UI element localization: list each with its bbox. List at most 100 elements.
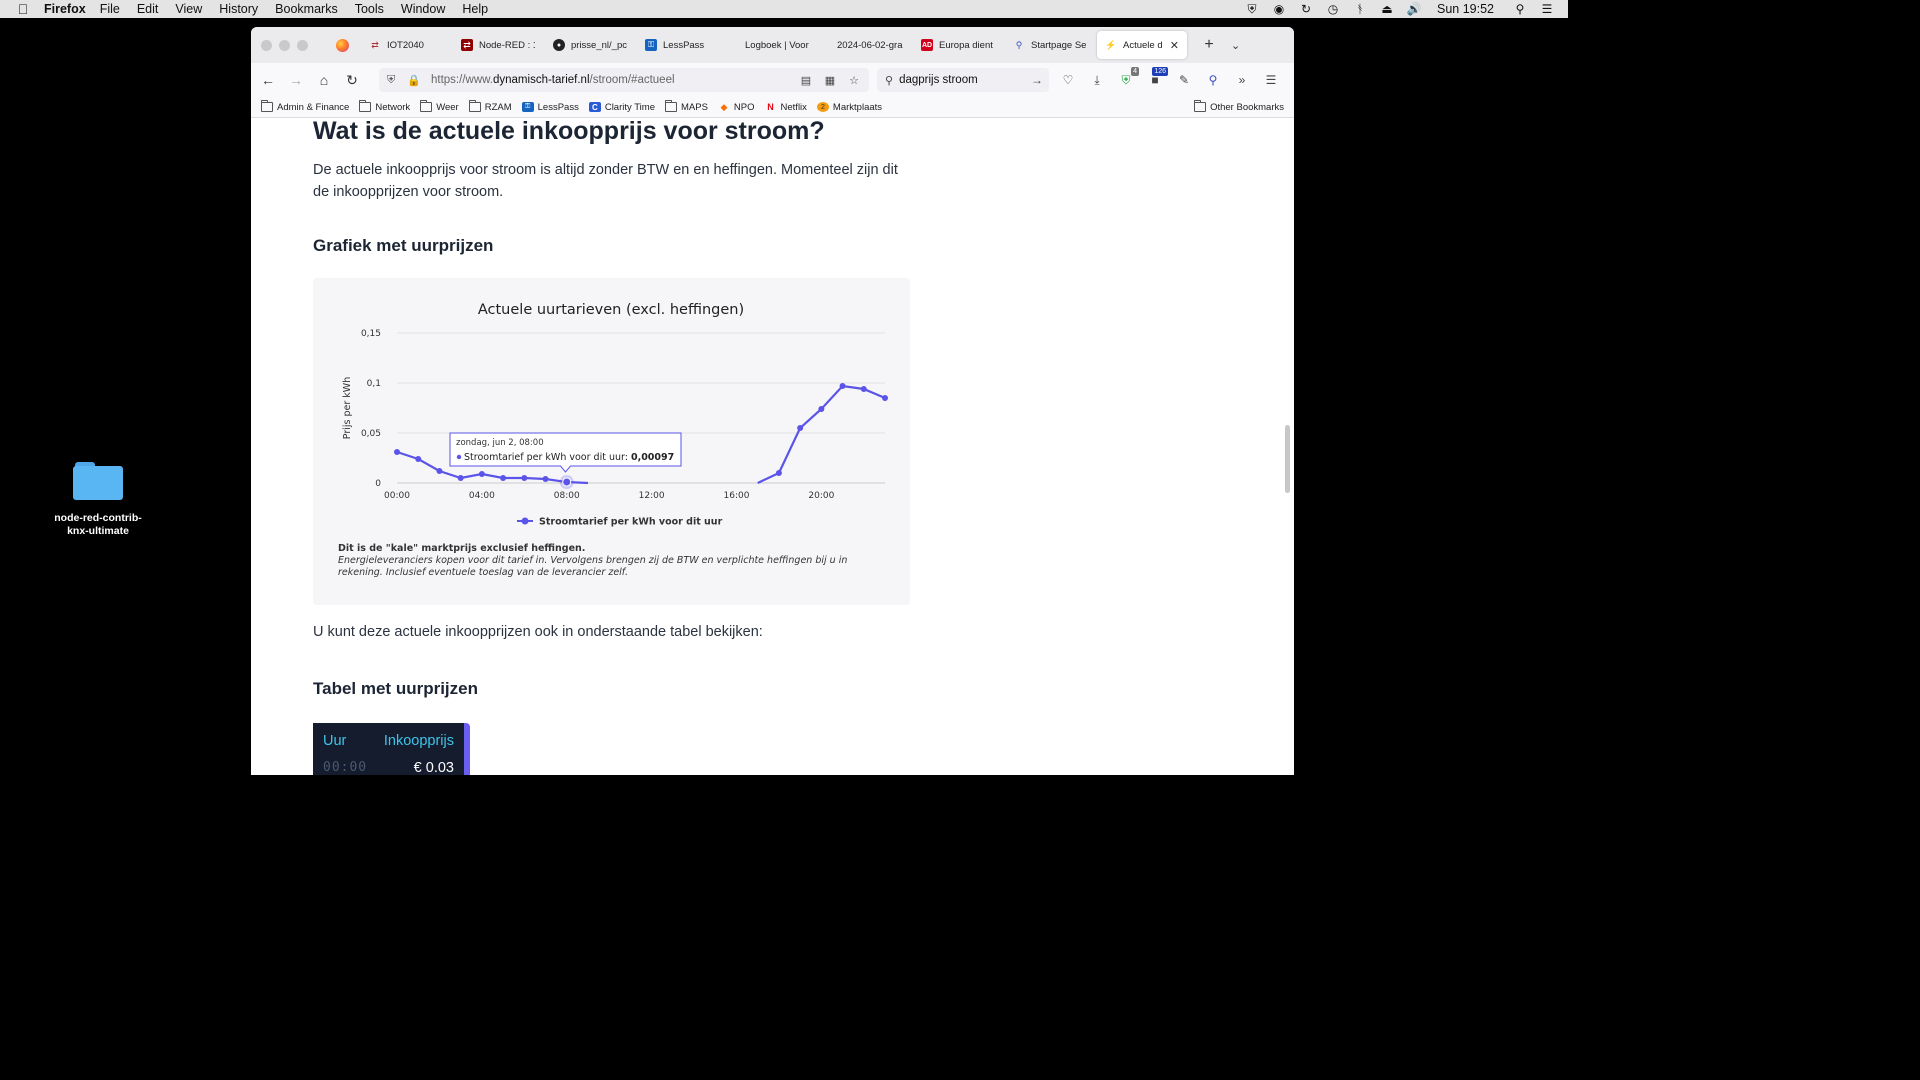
menu-clock[interactable]: Sun 19:52: [1437, 2, 1494, 16]
control-center-icon[interactable]: ☰: [1540, 2, 1554, 16]
table-cell-prijs: € 0.03: [413, 760, 454, 775]
zoom-window-button[interactable]: [297, 39, 308, 51]
close-window-button[interactable]: [261, 39, 272, 51]
bookmark-npo[interactable]: ◆ NPO: [718, 102, 754, 113]
reload-button[interactable]: ↻: [341, 69, 363, 91]
netflix-icon: N: [767, 102, 774, 112]
tab-lesspass[interactable]: ⚿ LessPass: [637, 31, 727, 59]
chart-legend-label: Stroomtarief per kWh voor dit uur: [539, 517, 723, 528]
chart-y-axis-label: Prijs per kWh: [342, 377, 353, 439]
menu-file[interactable]: File: [100, 2, 120, 16]
menu-edit[interactable]: Edit: [137, 2, 159, 16]
bookmark-weer[interactable]: Weer: [420, 100, 459, 113]
table-intro-paragraph: U kunt deze actuele inkoopprijzen ook in…: [313, 624, 763, 640]
chart-data-point: [394, 449, 400, 455]
menu-view[interactable]: View: [175, 2, 202, 16]
bookmark-star-icon[interactable]: ☆: [847, 74, 861, 87]
tab-ad[interactable]: AD Europa dient: [913, 31, 1003, 59]
firefox-view-button[interactable]: [329, 38, 355, 52]
extension-counter-icon[interactable]: ■ 126: [1144, 67, 1168, 91]
translate-icon[interactable]: ▦: [823, 74, 837, 87]
bookmark-netflix[interactable]: N Netflix: [765, 102, 807, 113]
desktop-folder[interactable]: node-red-contrib-knx-ultimate: [48, 458, 148, 538]
bookmark-network[interactable]: Network: [359, 100, 410, 113]
extension-shield-icon[interactable]: ⛨ 4: [1115, 67, 1139, 91]
menu-app-name[interactable]: Firefox: [44, 2, 86, 16]
tab-logboek[interactable]: Logboek | Voor v: [729, 31, 819, 59]
menu-bookmarks[interactable]: Bookmarks: [275, 2, 338, 16]
url-bar[interactable]: ⛨ 🔒 https://www.dynamisch-tarief.nl/stro…: [379, 68, 869, 92]
search-go-icon[interactable]: →: [1031, 73, 1043, 87]
vpn-shield-icon[interactable]: ⛨: [1245, 2, 1259, 16]
ad-icon: AD: [921, 39, 933, 51]
menu-help[interactable]: Help: [462, 2, 488, 16]
forward-button[interactable]: →: [285, 69, 307, 91]
tab-node-red[interactable]: ⇄ Node-RED : 1: [453, 31, 543, 59]
price-chart[interactable]: Actuele uurtarieven (excl. heffingen) Pr…: [313, 278, 910, 538]
clarity-icon: C: [588, 102, 601, 112]
lock-status-icon[interactable]: ◉: [1272, 2, 1286, 16]
menu-tools[interactable]: Tools: [355, 2, 384, 16]
tab-actuele-active[interactable]: ⚡ Actuele dy ✕: [1097, 31, 1187, 59]
bookmark-rzam[interactable]: RZAM: [468, 100, 512, 113]
tab-github[interactable]: ● prisse_nl/_pc: [545, 31, 635, 59]
tab-iot2040[interactable]: ⇄ IOT2040: [361, 31, 451, 59]
menu-window[interactable]: Window: [401, 2, 445, 16]
hamburger-menu-icon[interactable]: ☰: [1260, 69, 1282, 91]
downloads-icon[interactable]: ⤓: [1086, 69, 1108, 91]
minimize-window-button[interactable]: [279, 39, 290, 51]
bookmark-admin-finance[interactable]: Admin & Finance: [261, 100, 349, 113]
node-red-icon: ⇄: [371, 39, 379, 50]
volume-icon[interactable]: 🔊: [1407, 2, 1422, 16]
search-input[interactable]: dagprijs stroom: [899, 74, 978, 86]
chart-data-point: [478, 471, 485, 477]
macos-menu-bar:  Firefox File Edit View History Bookmar…: [0, 0, 1568, 18]
new-tab-button[interactable]: +: [1199, 36, 1219, 54]
time-machine-icon[interactable]: ◷: [1326, 2, 1340, 16]
overflow-menu-icon[interactable]: »: [1231, 69, 1253, 91]
url-text[interactable]: https://www.dynamisch-tarief.nl/stroom/#…: [431, 74, 675, 86]
close-tab-icon[interactable]: ✕: [1170, 39, 1179, 52]
reader-view-icon[interactable]: ▤: [799, 74, 813, 87]
chart-x-tick-label: 04:00: [469, 491, 495, 501]
pocket-icon[interactable]: ♡: [1057, 69, 1079, 91]
tab-startpage[interactable]: ⚲ Startpage Se: [1005, 31, 1095, 59]
chart-x-tick-label: 00:00: [384, 491, 410, 501]
bookmark-maps[interactable]: MAPS: [664, 100, 708, 113]
back-button[interactable]: ←: [257, 69, 279, 91]
chart-y-tick-label: 0,05: [361, 429, 381, 439]
toolbar-right: ♡ ⤓ ⛨ 4 ■ 126 ✎ ⚲ » ☰: [1057, 67, 1289, 91]
page-content: Wat is de actuele inkoopprijs voor stroo…: [251, 119, 1294, 775]
chart-title: Actuele uurtarieven (excl. heffingen): [478, 302, 744, 318]
search-bar[interactable]: ⚲ dagprijs stroom →: [877, 68, 1049, 92]
tracking-protection-icon[interactable]: ⛨: [387, 74, 401, 87]
window-controls: [261, 39, 315, 51]
lock-icon[interactable]: 🔒: [407, 74, 421, 87]
bookmarks-toolbar: Admin & Finance Network Weer RZAM ⚿ LessP…: [251, 97, 1294, 118]
extensions-puzzle-icon[interactable]: ✎: [1173, 69, 1195, 91]
apple-icon[interactable]: : [16, 1, 30, 17]
folder-icon: [73, 458, 123, 500]
eject-icon[interactable]: ⏏: [1380, 2, 1394, 16]
chart-data-point: [882, 395, 888, 401]
chart-data-point: [542, 476, 549, 482]
chart-tooltip-label: Stroomtarief per kWh voor dit uur: 0,000…: [464, 452, 674, 463]
sync-icon[interactable]: ↻: [1299, 2, 1313, 16]
startpage-icon: ⚲: [1015, 39, 1023, 50]
chart-hover-point: [562, 477, 572, 487]
chart-tooltip-value: 0,00097: [631, 452, 674, 463]
table-cell-uur: 00:00: [323, 760, 368, 775]
bluetooth-icon[interactable]: ᚬ: [1353, 2, 1367, 16]
spotlight-search-icon[interactable]: ⚲: [1513, 2, 1527, 16]
bookmark-clarity-time[interactable]: C Clarity Time: [588, 102, 655, 113]
page-scrollbar[interactable]: [1285, 425, 1290, 493]
tab-graph[interactable]: 2024-06-02-gra: [821, 31, 911, 59]
list-all-tabs-button[interactable]: ⌄: [1231, 39, 1240, 52]
home-button[interactable]: ⌂: [313, 69, 335, 91]
menu-history[interactable]: History: [219, 2, 258, 16]
bookmark-lesspass[interactable]: ⚿ LessPass: [521, 102, 579, 113]
startpage-extension-icon[interactable]: ⚲: [1202, 69, 1224, 91]
bookmark-marktplaats[interactable]: 2 Marktplaats: [816, 102, 882, 113]
chart-tooltip-header: zondag, jun 2, 08:00: [456, 438, 544, 448]
bookmark-other[interactable]: Other Bookmarks: [1194, 100, 1284, 113]
